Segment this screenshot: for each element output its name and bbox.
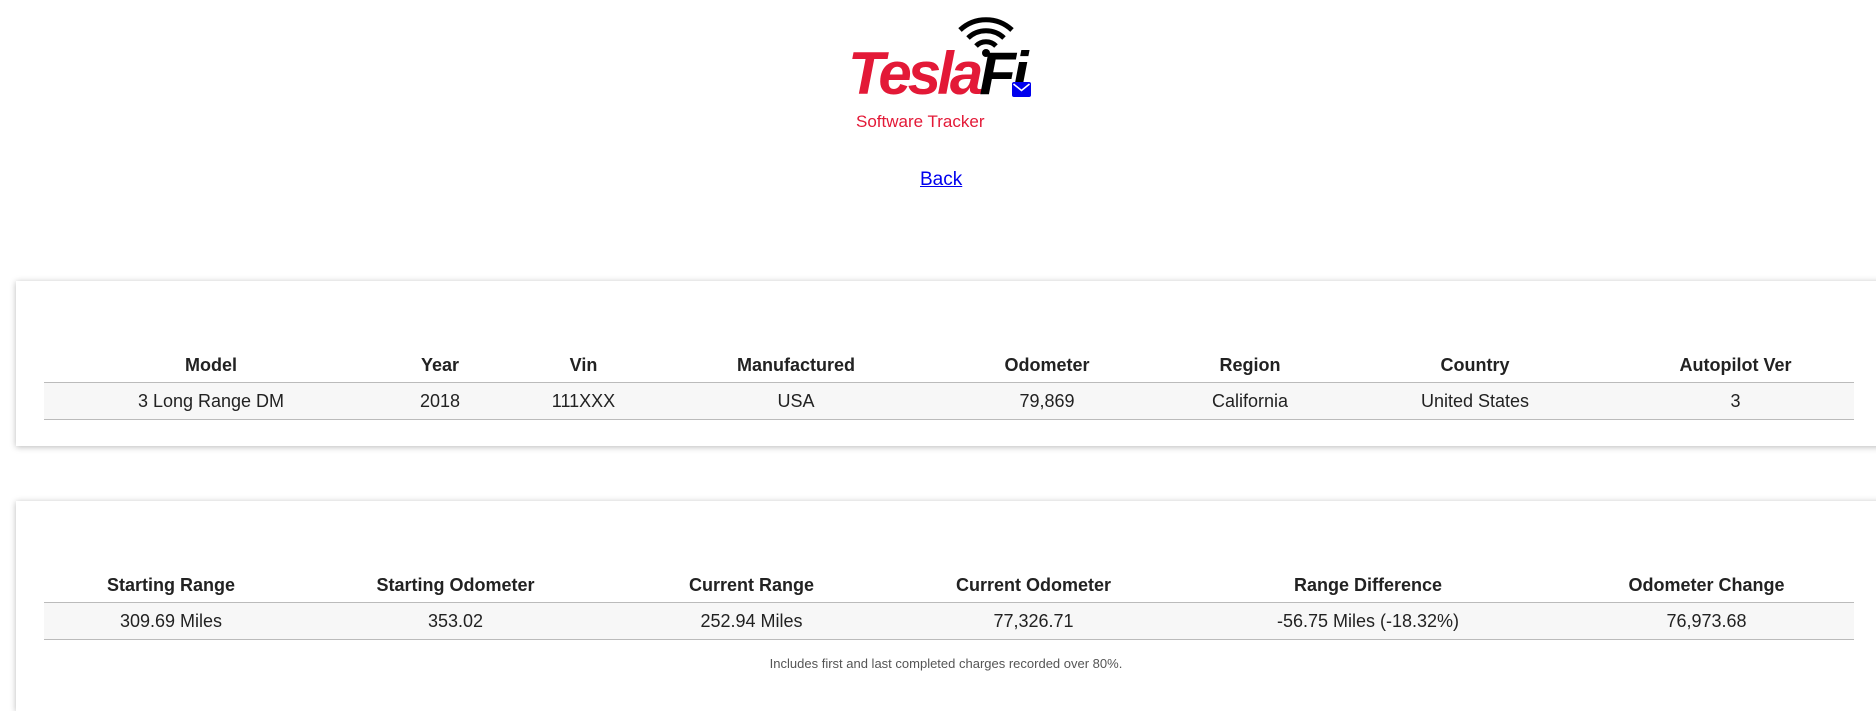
logo-text-tesla: Tesla [848,40,983,107]
column-header-odometer: Odometer [927,348,1167,383]
range-table: Starting Range Starting Odometer Current… [44,568,1854,640]
vehicle-info-card: Model Year Vin Manufactured Odometer Reg… [16,281,1876,446]
vehicle-info-table: Model Year Vin Manufactured Odometer Reg… [44,348,1854,420]
logo-tagline: Software Tracker [856,112,985,131]
cell-region: California [1167,382,1333,420]
range-footnote: Includes first and last completed charge… [769,656,1123,671]
column-header-current-range: Current Range [613,568,890,603]
cell-current-range: 252.94 Miles [613,602,890,640]
cell-year: 2018 [378,382,502,420]
back-link[interactable]: Back [920,168,962,192]
column-header-vin: Vin [502,348,665,383]
column-header-model: Model [44,348,378,383]
column-header-range-difference: Range Difference [1177,568,1559,603]
cell-current-odometer: 77,326.71 [890,602,1177,640]
table-header-row: Starting Range Starting Odometer Current… [44,568,1854,603]
table-row: 3 Long Range DM 2018 111XXX USA 79,869 C… [44,382,1854,420]
column-header-year: Year [378,348,502,383]
envelope-icon[interactable] [1012,82,1031,97]
column-header-region: Region [1167,348,1333,383]
column-header-current-odometer: Current Odometer [890,568,1177,603]
table-header-row: Model Year Vin Manufactured Odometer Reg… [44,348,1854,383]
cell-odometer-change: 76,973.68 [1559,602,1854,640]
cell-starting-odometer: 353.02 [298,602,613,640]
cell-manufactured: USA [665,382,927,420]
cell-starting-range: 309.69 Miles [44,602,298,640]
range-degradation-card: Starting Range Starting Odometer Current… [16,501,1876,711]
column-header-country: Country [1333,348,1617,383]
column-header-odometer-change: Odometer Change [1559,568,1854,603]
cell-vin: 111XXX [502,382,665,420]
table-row: 309.69 Miles 353.02 252.94 Miles 77,326.… [44,602,1854,640]
cell-country: United States [1333,382,1617,420]
column-header-autopilot-ver: Autopilot Ver [1617,348,1854,383]
column-header-starting-odometer: Starting Odometer [298,568,613,603]
teslafi-logo[interactable]: TeslaFi Software Tracker [846,14,1029,131]
page-header: TeslaFi Software Tracker Back [0,0,1876,190]
cell-autopilot-ver: 3 [1617,382,1854,420]
column-header-manufactured: Manufactured [665,348,927,383]
cell-range-difference: -56.75 Miles (-18.32%) [1177,602,1559,640]
logo-wordmark: TeslaFi [848,38,1029,110]
cell-odometer: 79,869 [927,382,1167,420]
column-header-starting-range: Starting Range [44,568,298,603]
cell-model: 3 Long Range DM [44,382,378,420]
